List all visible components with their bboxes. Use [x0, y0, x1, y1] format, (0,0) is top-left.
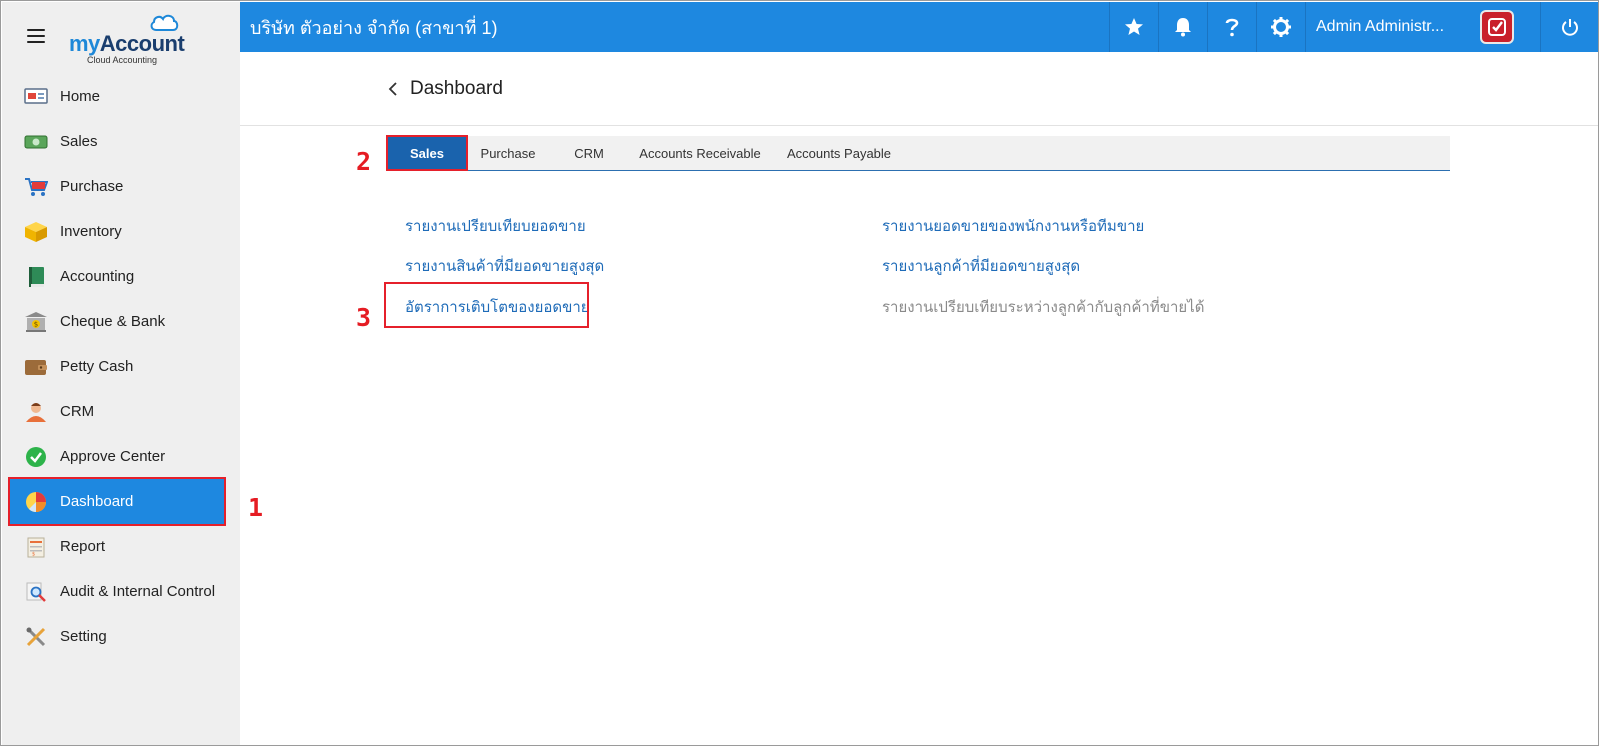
sidebar-item-label: Audit & Internal Control	[60, 583, 216, 600]
app-window: myAccount Cloud Accounting Home Sales Pu…	[0, 0, 1599, 746]
report-link-top-products[interactable]: รายงานสินค้าที่มียอดขายสูงสุด	[405, 254, 604, 278]
sidebar-menu: Home Sales Purchase Inventory Accounting…	[2, 70, 240, 659]
tab-accounts-receivable[interactable]: Accounts Receivable	[629, 136, 771, 170]
favorites-button[interactable]	[1109, 2, 1158, 52]
avatar[interactable]	[1482, 12, 1512, 42]
bank-icon: $	[24, 311, 48, 333]
pie-chart-icon	[24, 491, 48, 513]
help-button[interactable]	[1207, 2, 1256, 52]
report-link-customer-comparison[interactable]: รายงานเปรียบเทียบระหว่างลูกค้ากับลูกค้าท…	[882, 295, 1205, 319]
page-header: Dashboard	[240, 52, 1598, 126]
tools-icon	[24, 626, 48, 648]
bell-icon	[1175, 18, 1191, 37]
cart-icon	[24, 176, 48, 198]
sidebar-item-accounting[interactable]: Accounting	[2, 254, 240, 299]
sidebar-item-label: Purchase	[60, 178, 124, 195]
cloud-icon	[150, 14, 179, 31]
gear-icon	[1271, 17, 1291, 37]
sidebar-item-label: Cheque & Bank	[60, 313, 166, 330]
sidebar-item-label: CRM	[60, 403, 95, 420]
app-logo[interactable]: myAccount Cloud Accounting	[69, 11, 191, 65]
svg-text:$: $	[32, 551, 35, 557]
user-name: Admin Administr...	[1316, 18, 1445, 35]
sidebar-item-label: Home	[60, 88, 101, 105]
top-bar: บริษัท ตัวอย่าง จำกัด (สาขาที่ 1) Admin …	[240, 2, 1598, 52]
tab-accounts-payable[interactable]: Accounts Payable	[771, 136, 907, 170]
step-marker-2: 2	[356, 147, 372, 176]
wallet-icon	[24, 356, 48, 378]
sidebar-item-sales[interactable]: Sales	[2, 119, 240, 164]
company-name[interactable]: บริษัท ตัวอย่าง จำกัด (สาขาที่ 1)	[240, 13, 1109, 42]
settings-button[interactable]	[1256, 2, 1305, 52]
sidebar-item-home[interactable]: Home	[2, 74, 240, 119]
tab-sales[interactable]: Sales	[386, 135, 468, 171]
monitor-icon	[24, 86, 48, 108]
report-link-top-customers[interactable]: รายงานลูกค้าที่มียอดขายสูงสุด	[882, 254, 1080, 278]
sidebar-item-approve-center[interactable]: Approve Center	[2, 434, 240, 479]
magnifier-icon	[24, 581, 48, 603]
tab-purchase[interactable]: Purchase	[467, 136, 549, 170]
sidebar-item-label: Approve Center	[60, 448, 166, 465]
step-marker-3: 3	[356, 303, 372, 332]
box-icon	[24, 221, 48, 243]
ledger-book-icon	[24, 266, 48, 288]
sidebar-item-inventory[interactable]: Inventory	[2, 209, 240, 254]
report-link-sales-comparison[interactable]: รายงานเปรียบเทียบยอดขาย	[405, 214, 586, 238]
sidebar-item-crm[interactable]: CRM	[2, 389, 240, 434]
brand-tagline: Cloud Accounting	[87, 55, 158, 65]
user-menu[interactable]: Admin Administr...	[1305, 2, 1540, 52]
notifications-button[interactable]	[1158, 2, 1207, 52]
highlight-box-step-3	[384, 282, 589, 328]
sidebar-item-label: Dashboard	[60, 493, 134, 510]
tab-crm[interactable]: CRM	[549, 136, 629, 170]
sidebar-item-audit[interactable]: Audit & Internal Control	[2, 569, 240, 614]
sidebar-item-label: Petty Cash	[60, 358, 134, 375]
report-link-salesperson-sales[interactable]: รายงานยอดขายของพนักงานหรือทีมขาย	[882, 214, 1144, 238]
money-icon	[24, 131, 48, 153]
brand-name: myAccount	[69, 31, 185, 56]
power-icon	[1562, 19, 1578, 36]
sidebar-item-setting[interactable]: Setting	[2, 614, 240, 659]
star-icon	[1125, 18, 1143, 35]
chevron-left-icon	[388, 81, 397, 96]
dashboard-tabs: Sales Purchase CRM Accounts Receivable A…	[386, 135, 1450, 171]
sidebar-item-label: Setting	[60, 628, 107, 645]
sidebar-item-petty-cash[interactable]: Petty Cash	[2, 344, 240, 389]
sidebar-item-dashboard[interactable]: Dashboard	[8, 477, 226, 526]
sidebar-item-purchase[interactable]: Purchase	[2, 164, 240, 209]
report-icon: $	[24, 536, 48, 558]
sidebar-item-label: Report	[60, 538, 106, 555]
sidebar-item-label: Inventory	[60, 223, 122, 240]
svg-text:$: $	[34, 320, 38, 328]
sidebar-item-label: Accounting	[60, 268, 135, 285]
check-circle-icon	[24, 446, 48, 468]
step-marker-1: 1	[248, 493, 264, 522]
sidebar-item-report[interactable]: $ Report	[2, 524, 240, 569]
help-icon	[1225, 18, 1239, 37]
shield-check-icon	[1488, 18, 1506, 36]
logout-button[interactable]	[1540, 2, 1598, 52]
sidebar-item-cheque-bank[interactable]: $ Cheque & Bank	[2, 299, 240, 344]
sidebar-item-label: Sales	[60, 133, 98, 150]
page-title: Dashboard	[410, 77, 503, 99]
person-icon	[24, 401, 48, 423]
hamburger-menu-icon[interactable]	[27, 29, 45, 43]
brand-bar: myAccount Cloud Accounting	[2, 2, 240, 70]
sidebar: myAccount Cloud Accounting Home Sales Pu…	[2, 2, 240, 745]
back-button[interactable]	[388, 81, 402, 96]
